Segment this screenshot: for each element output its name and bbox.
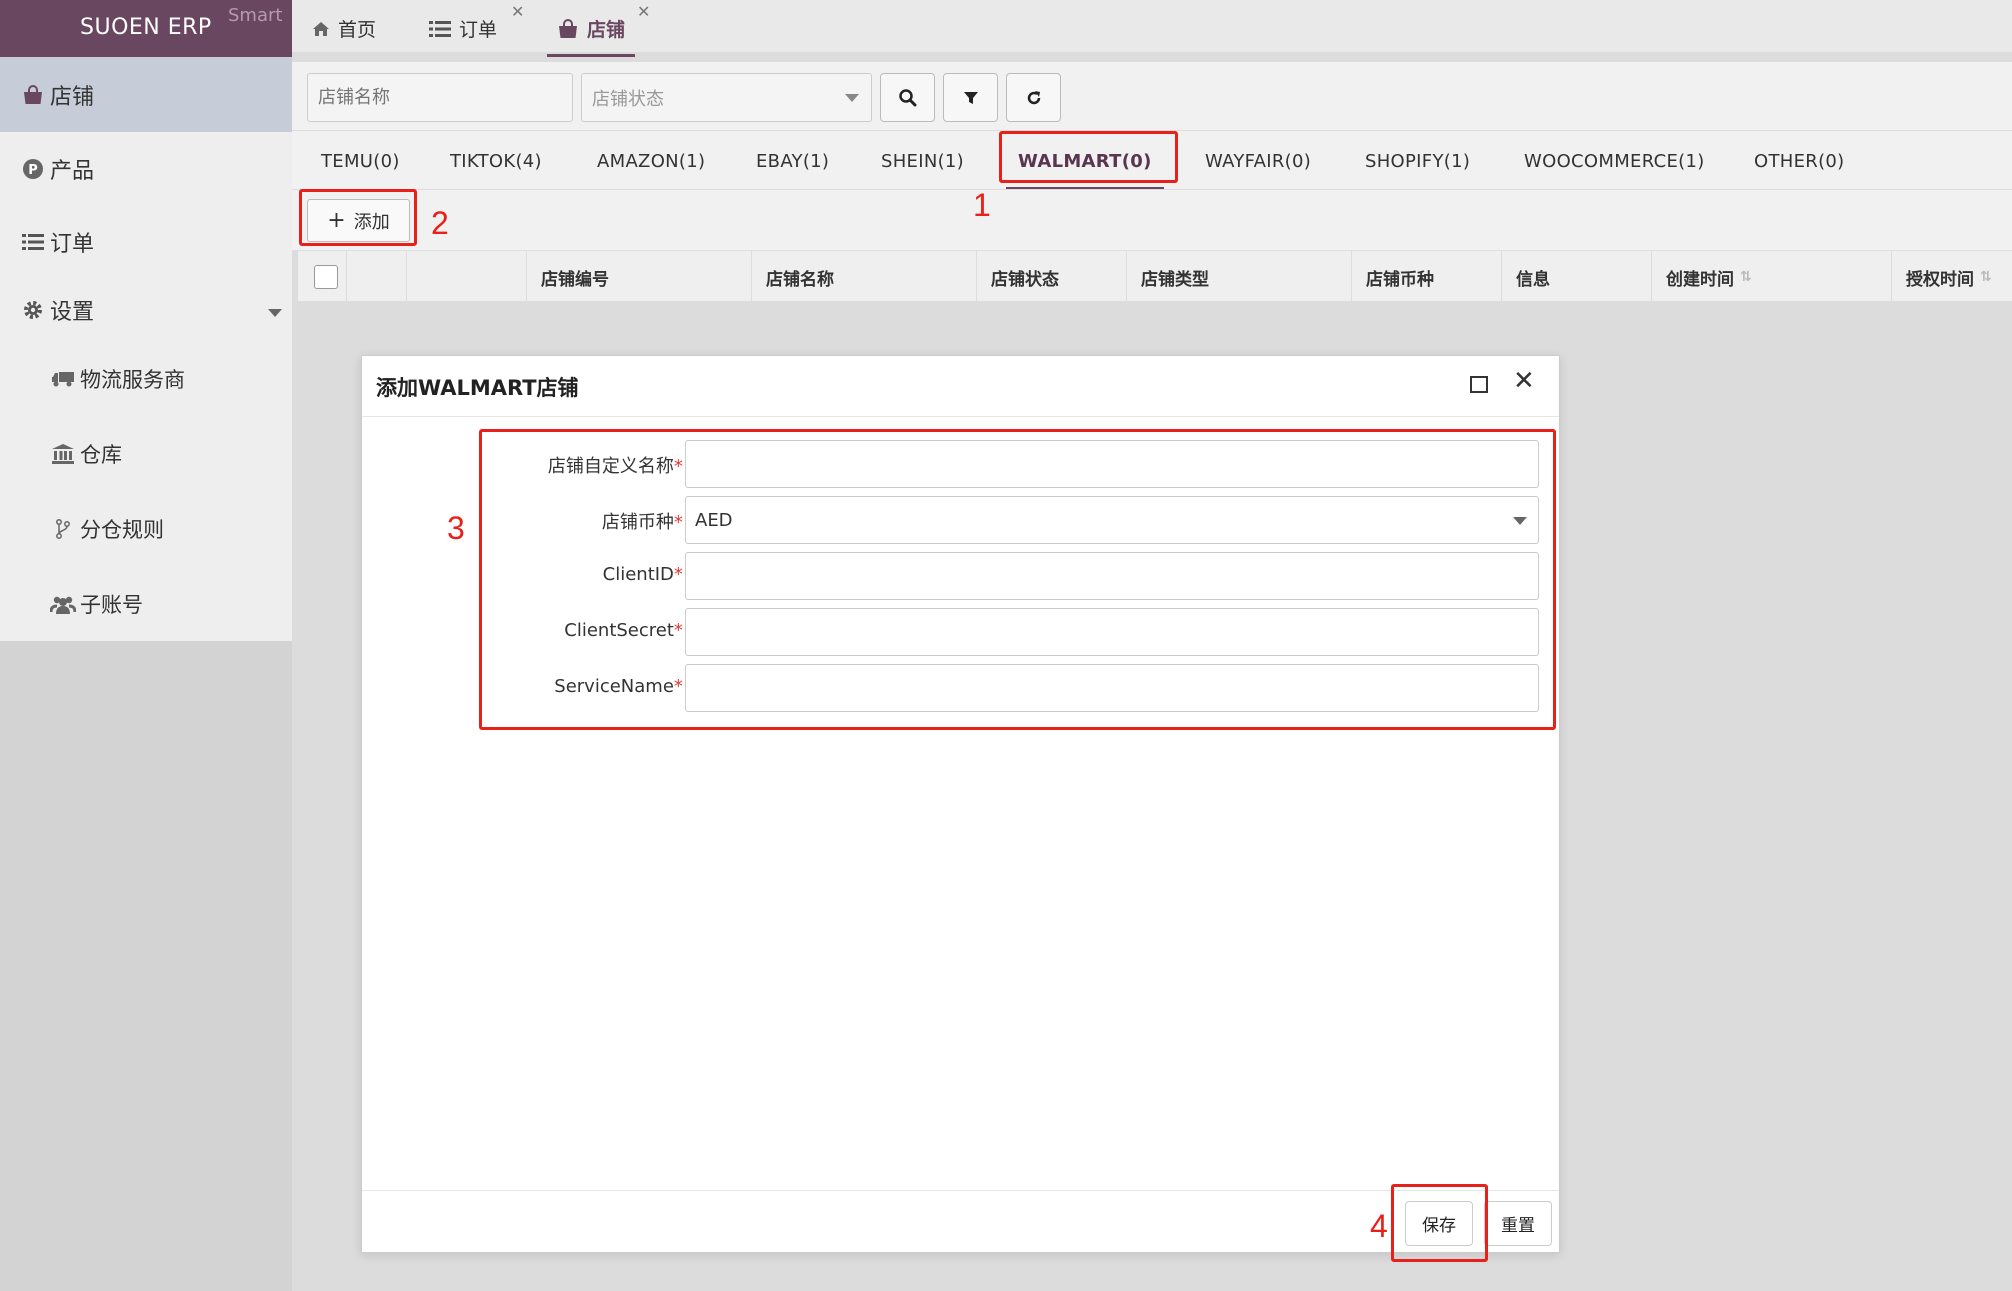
shop-status-select[interactable]: 店铺状态	[581, 73, 872, 122]
sidebar-item-shops[interactable]: 店铺	[0, 57, 292, 132]
brand-header: SUOEN ERP Smart	[0, 0, 292, 57]
annotation-number: 1	[973, 187, 991, 223]
column-header[interactable]: 店铺币种	[1351, 251, 1501, 303]
sidebar-item-orders[interactable]: 订单	[0, 205, 292, 278]
column-header-label: 创建时间	[1666, 269, 1734, 290]
reset-button[interactable]: 重置	[1484, 1201, 1552, 1246]
tab-orders[interactable]: 订单 ✕	[429, 0, 524, 57]
select-all-checkbox[interactable]	[314, 265, 338, 289]
tab-shein[interactable]: SHEIN(1)	[881, 131, 964, 191]
tab-amazon[interactable]: AMAZON(1)	[597, 131, 705, 191]
sidebar-item-label: 物流服务商	[80, 367, 185, 392]
filter-toolbar: 店铺状态	[292, 62, 2012, 130]
sort-icon[interactable]: ⇅	[1740, 269, 1752, 285]
search-icon	[898, 88, 916, 106]
product-p-icon: P	[20, 158, 46, 180]
sidebar-item-split-rules[interactable]: 分仓规则	[0, 491, 292, 566]
tab-temu[interactable]: TEMU(0)	[321, 131, 400, 191]
column-header[interactable]: 店铺状态	[976, 251, 1126, 303]
users-icon	[50, 593, 76, 615]
refresh-button[interactable]	[1006, 73, 1061, 122]
chevron-down-icon	[268, 309, 282, 317]
tab-label: 店铺	[587, 19, 626, 41]
maximize-icon[interactable]	[1470, 376, 1488, 393]
table-header: 店铺编号 店铺名称 店铺状态 店铺类型 店铺币种 信息 创建时间 ⇅ 授权时间 …	[298, 250, 2012, 303]
tab-label: 订单	[459, 19, 498, 41]
sidebar-item-settings[interactable]: 设置	[0, 278, 292, 341]
tab-label: 首页	[338, 19, 377, 41]
sidebar-item-label: 分仓规则	[80, 517, 164, 542]
dialog-footer-divider	[362, 1190, 1559, 1191]
dialog-title: 添加WALMART店铺	[376, 376, 579, 400]
dialog-divider	[362, 416, 1559, 417]
annotation-box-add-button	[299, 189, 417, 246]
sidebar-item-label: 订单	[50, 231, 95, 257]
annotation-number: 4	[1370, 1208, 1388, 1244]
tab-home[interactable]: 首页	[312, 0, 376, 57]
sidebar-item-logistics[interactable]: 物流服务商	[0, 341, 292, 416]
filter-button[interactable]	[943, 73, 998, 122]
sidebar-item-label: 子账号	[80, 592, 143, 617]
sidebar-menu: 店铺 P 产品 订单 设置 物流服务商 仓库 分仓规则 子账号	[0, 57, 292, 641]
annotation-box-walmart-tab	[999, 131, 1178, 183]
search-button[interactable]	[880, 73, 935, 122]
sort-icon[interactable]: ⇅	[1980, 269, 1992, 285]
tab-shops[interactable]: 店铺 ✕	[546, 0, 650, 57]
column-header-label: 授权时间	[1906, 269, 1974, 290]
bank-icon	[50, 443, 76, 465]
home-icon	[312, 21, 330, 37]
action-row: + 添加	[292, 190, 2012, 250]
sidebar-filler	[0, 641, 292, 1291]
truck-icon	[50, 368, 76, 390]
annotation-box-form-fields	[479, 429, 1556, 730]
column-header[interactable]: 店铺名称	[751, 251, 976, 303]
shopping-bag-icon	[20, 84, 46, 106]
shopping-bag-icon	[557, 18, 579, 39]
branch-icon	[50, 518, 76, 540]
tab-other[interactable]: OTHER(0)	[1754, 131, 1844, 191]
sidebar-item-label: 产品	[50, 158, 95, 184]
column-empty-2	[406, 251, 526, 303]
list-icon	[20, 231, 46, 253]
top-tab-bar: 首页 订单 ✕ 店铺 ✕	[292, 0, 2012, 57]
svg-text:P: P	[28, 163, 38, 178]
chevron-down-icon	[845, 94, 859, 102]
column-header-sortable[interactable]: 创建时间 ⇅	[1651, 251, 1891, 303]
tab-tiktok[interactable]: TIKTOK(4)	[450, 131, 542, 191]
list-icon	[429, 20, 451, 38]
sidebar-item-label: 仓库	[80, 442, 122, 467]
sidebar-item-products[interactable]: P 产品	[0, 132, 292, 205]
column-empty-1	[346, 251, 406, 303]
sidebar-item-label: 店铺	[50, 84, 95, 110]
sidebar-item-sub-accounts[interactable]: 子账号	[0, 566, 292, 641]
shop-name-search-input[interactable]	[307, 73, 573, 122]
column-header[interactable]: 店铺类型	[1126, 251, 1351, 303]
tab-shopify[interactable]: SHOPIFY(1)	[1365, 131, 1470, 191]
close-icon[interactable]: ✕	[637, 2, 650, 21]
filter-icon	[963, 91, 978, 104]
sidebar: SUOEN ERP Smart 店铺 P 产品 订单 设置 物流服务商 仓库 分…	[0, 0, 292, 1291]
annotation-box-save-button	[1391, 1184, 1488, 1262]
app-name: SUOEN ERP	[80, 15, 212, 40]
column-header[interactable]: 店铺编号	[526, 251, 751, 303]
tab-woocommerce[interactable]: WOOCOMMERCE(1)	[1524, 131, 1705, 191]
refresh-icon	[1027, 90, 1040, 104]
column-header[interactable]: 授权时间 ⇅	[1891, 251, 2011, 303]
sidebar-item-warehouse[interactable]: 仓库	[0, 416, 292, 491]
app-edition: Smart	[228, 5, 283, 26]
close-icon[interactable]: ✕	[511, 2, 524, 21]
tab-ebay[interactable]: EBAY(1)	[756, 131, 829, 191]
status-select-placeholder: 店铺状态	[592, 88, 664, 110]
close-icon[interactable]: ✕	[1513, 368, 1535, 394]
column-header[interactable]: 信息	[1501, 251, 1651, 303]
annotation-number: 2	[431, 205, 449, 241]
gear-icon	[20, 299, 46, 321]
annotation-number: 3	[447, 510, 465, 546]
sidebar-item-label: 设置	[50, 299, 95, 325]
tab-wayfair[interactable]: WAYFAIR(0)	[1205, 131, 1311, 191]
